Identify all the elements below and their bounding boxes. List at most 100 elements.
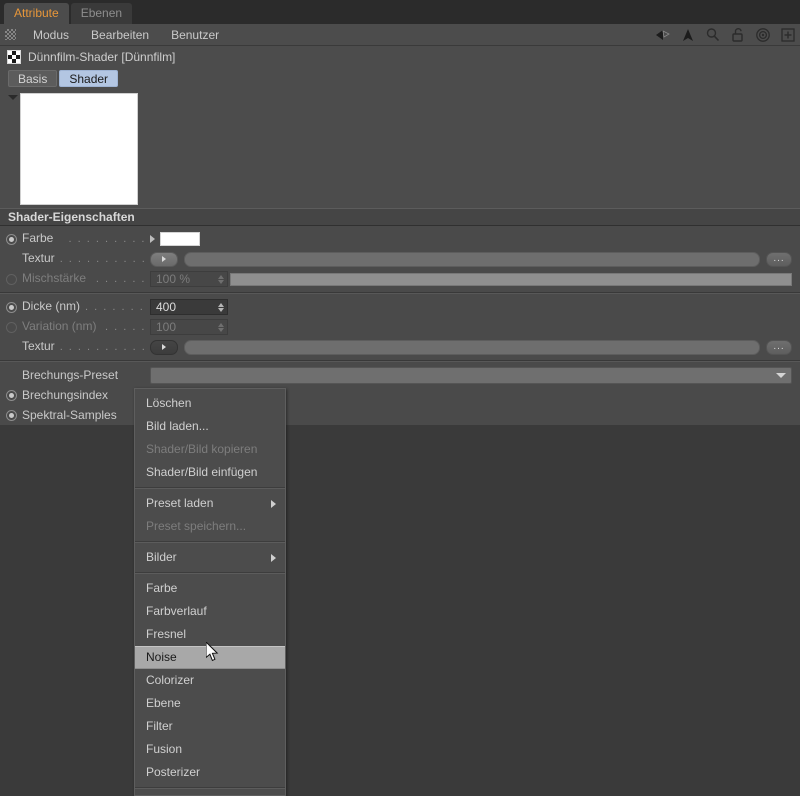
label-spektral-samples: Spektral-Samples bbox=[22, 408, 117, 422]
properties-panel: Farbe . . . . . . . . . Textur . . . . .… bbox=[0, 226, 800, 425]
leader-dots: . . . . . . . . . bbox=[68, 233, 146, 245]
preview-area bbox=[0, 89, 800, 208]
label-variation: Variation (nm) bbox=[22, 319, 97, 333]
submenu-arrow-icon bbox=[271, 553, 276, 562]
shader-context-menu: Löschen Bild laden... Shader/Bild kopier… bbox=[134, 388, 286, 796]
up-arrow-icon[interactable] bbox=[680, 27, 696, 43]
menu-item-bild-laden[interactable]: Bild laden... bbox=[135, 415, 285, 438]
label-brechungsindex: Brechungsindex bbox=[22, 388, 109, 402]
texture-browse-button-farbe[interactable]: ... bbox=[766, 251, 792, 267]
texture-field-dicke[interactable] bbox=[184, 339, 760, 355]
menu-item-loeschen[interactable]: Löschen bbox=[135, 392, 285, 415]
menu-item-shader-bild-einfuegen[interactable]: Shader/Bild einfügen bbox=[135, 461, 285, 484]
menu-separator bbox=[135, 572, 285, 574]
radio-mischstaerke[interactable] bbox=[6, 273, 17, 285]
object-subtabs: Basis Shader bbox=[0, 68, 800, 89]
spinner-icon[interactable] bbox=[218, 302, 224, 312]
input-mischstaerke[interactable]: 100 % bbox=[150, 271, 228, 287]
menu-item-ebene[interactable]: Ebene bbox=[135, 692, 285, 715]
row-textur-farbe: Textur . . . . . . . . . . . ... bbox=[0, 249, 800, 269]
color-expand-icon[interactable] bbox=[150, 235, 155, 243]
leader-dots: . . . . . . . . . . . bbox=[59, 341, 146, 353]
texture-menu-button-dicke[interactable] bbox=[150, 339, 178, 355]
texture-browse-button-dicke[interactable]: ... bbox=[766, 339, 792, 355]
leader-dots: . . . . . . . . . . . bbox=[59, 253, 146, 265]
menu-separator bbox=[135, 787, 285, 789]
subtab-basis[interactable]: Basis bbox=[8, 70, 58, 87]
row-brechungs-preset: Brechungs-Preset bbox=[0, 365, 800, 385]
radio-variation[interactable] bbox=[6, 321, 17, 333]
radio-farbe[interactable] bbox=[6, 233, 17, 245]
radio-dicke[interactable] bbox=[6, 301, 17, 313]
search-icon[interactable] bbox=[705, 27, 721, 43]
divider bbox=[0, 292, 800, 294]
texture-menu-button-farbe[interactable] bbox=[150, 251, 178, 267]
menu-separator bbox=[135, 487, 285, 489]
radio-spektral-samples[interactable] bbox=[6, 409, 17, 421]
back-arrow-icon[interactable] bbox=[655, 27, 671, 43]
divider bbox=[0, 360, 800, 362]
tab-ebenen[interactable]: Ebenen bbox=[70, 3, 133, 24]
menu-benutzer[interactable]: Benutzer bbox=[160, 24, 230, 46]
menu-item-noise[interactable]: Noise bbox=[135, 646, 285, 669]
grip-dots-icon[interactable] bbox=[5, 29, 16, 40]
menu-separator bbox=[135, 541, 285, 543]
value-dicke: 400 bbox=[156, 300, 177, 314]
row-variation: Variation (nm) . . . . . 100 bbox=[0, 317, 800, 337]
menu-item-shader-bild-kopieren: Shader/Bild kopieren bbox=[146, 442, 258, 456]
triangle-down-icon[interactable] bbox=[8, 95, 18, 100]
menu-bearbeiten[interactable]: Bearbeiten bbox=[80, 24, 160, 46]
spinner-icon[interactable] bbox=[218, 274, 224, 284]
shader-preview-thumbnail[interactable] bbox=[20, 93, 138, 205]
target-icon[interactable] bbox=[755, 27, 771, 43]
dropdown-brechungs-preset[interactable] bbox=[150, 366, 792, 384]
menu-item-fusion[interactable]: Fusion bbox=[135, 738, 285, 761]
unlock-icon[interactable] bbox=[730, 27, 746, 43]
subtab-shader[interactable]: Shader bbox=[59, 70, 119, 87]
radio-placeholder bbox=[6, 342, 17, 353]
label-mischstaerke: Mischstärke bbox=[22, 271, 87, 285]
tab-attribute[interactable]: Attribute bbox=[4, 3, 69, 24]
toolbar-icons bbox=[655, 24, 796, 46]
label-dicke: Dicke (nm) bbox=[22, 299, 81, 313]
menu-item-farbverlauf[interactable]: Farbverlauf bbox=[135, 600, 285, 623]
row-dicke: Dicke (nm) . . . . . . . . 400 bbox=[0, 297, 800, 317]
value-mischstaerke: 100 % bbox=[156, 272, 191, 286]
plus-box-icon[interactable] bbox=[780, 27, 796, 43]
window-background bbox=[0, 470, 800, 790]
leader-dots: . . . . . . bbox=[95, 273, 146, 285]
section-title: Shader-Eigenschaften bbox=[8, 210, 135, 224]
spinner-icon[interactable] bbox=[218, 322, 224, 332]
chevron-down-icon bbox=[776, 372, 786, 378]
row-brechungsindex: Brechungsindex bbox=[0, 385, 800, 405]
menu-item-preset-laden[interactable]: Preset laden bbox=[135, 492, 285, 515]
menu-item-farbe[interactable]: Farbe bbox=[135, 577, 285, 600]
checker-shader-icon bbox=[7, 50, 21, 64]
menu-item-preset-speichern: Preset speichern... bbox=[146, 519, 247, 533]
submenu-arrow-icon bbox=[271, 499, 276, 508]
radio-placeholder bbox=[6, 370, 17, 381]
menu-item-fresnel[interactable]: Fresnel bbox=[135, 623, 285, 646]
row-textur-dicke: Textur . . . . . . . . . . . ... bbox=[0, 337, 800, 357]
input-variation[interactable]: 100 bbox=[150, 319, 228, 335]
label-brechungs-preset: Brechungs-Preset bbox=[22, 368, 119, 382]
row-spektral-samples: Spektral-Samples bbox=[0, 405, 800, 425]
menu-item-filter[interactable]: Filter bbox=[135, 715, 285, 738]
leader-dots: . . . . . . . . bbox=[85, 301, 146, 313]
triangle-right-icon bbox=[162, 344, 166, 350]
slider-mischstaerke[interactable] bbox=[230, 272, 792, 286]
radio-placeholder bbox=[6, 254, 17, 265]
menu-item-posterizer[interactable]: Posterizer bbox=[135, 761, 285, 784]
menu-item-colorizer[interactable]: Colorizer bbox=[135, 669, 285, 692]
page-title: Dünnfilm-Shader [Dünnfilm] bbox=[28, 50, 176, 64]
color-swatch-farbe[interactable] bbox=[160, 232, 200, 246]
menu-item-bilder[interactable]: Bilder bbox=[135, 546, 285, 569]
menu-bar: Modus Bearbeiten Benutzer bbox=[0, 24, 800, 46]
texture-field-farbe[interactable] bbox=[184, 251, 760, 267]
input-dicke[interactable]: 400 bbox=[150, 299, 228, 315]
menu-modus[interactable]: Modus bbox=[22, 24, 80, 46]
radio-brechungsindex[interactable] bbox=[6, 389, 17, 401]
object-title-row: Dünnfilm-Shader [Dünnfilm] bbox=[0, 46, 800, 68]
leader-dots: . . . . . bbox=[104, 321, 146, 333]
value-variation: 100 bbox=[156, 320, 177, 334]
